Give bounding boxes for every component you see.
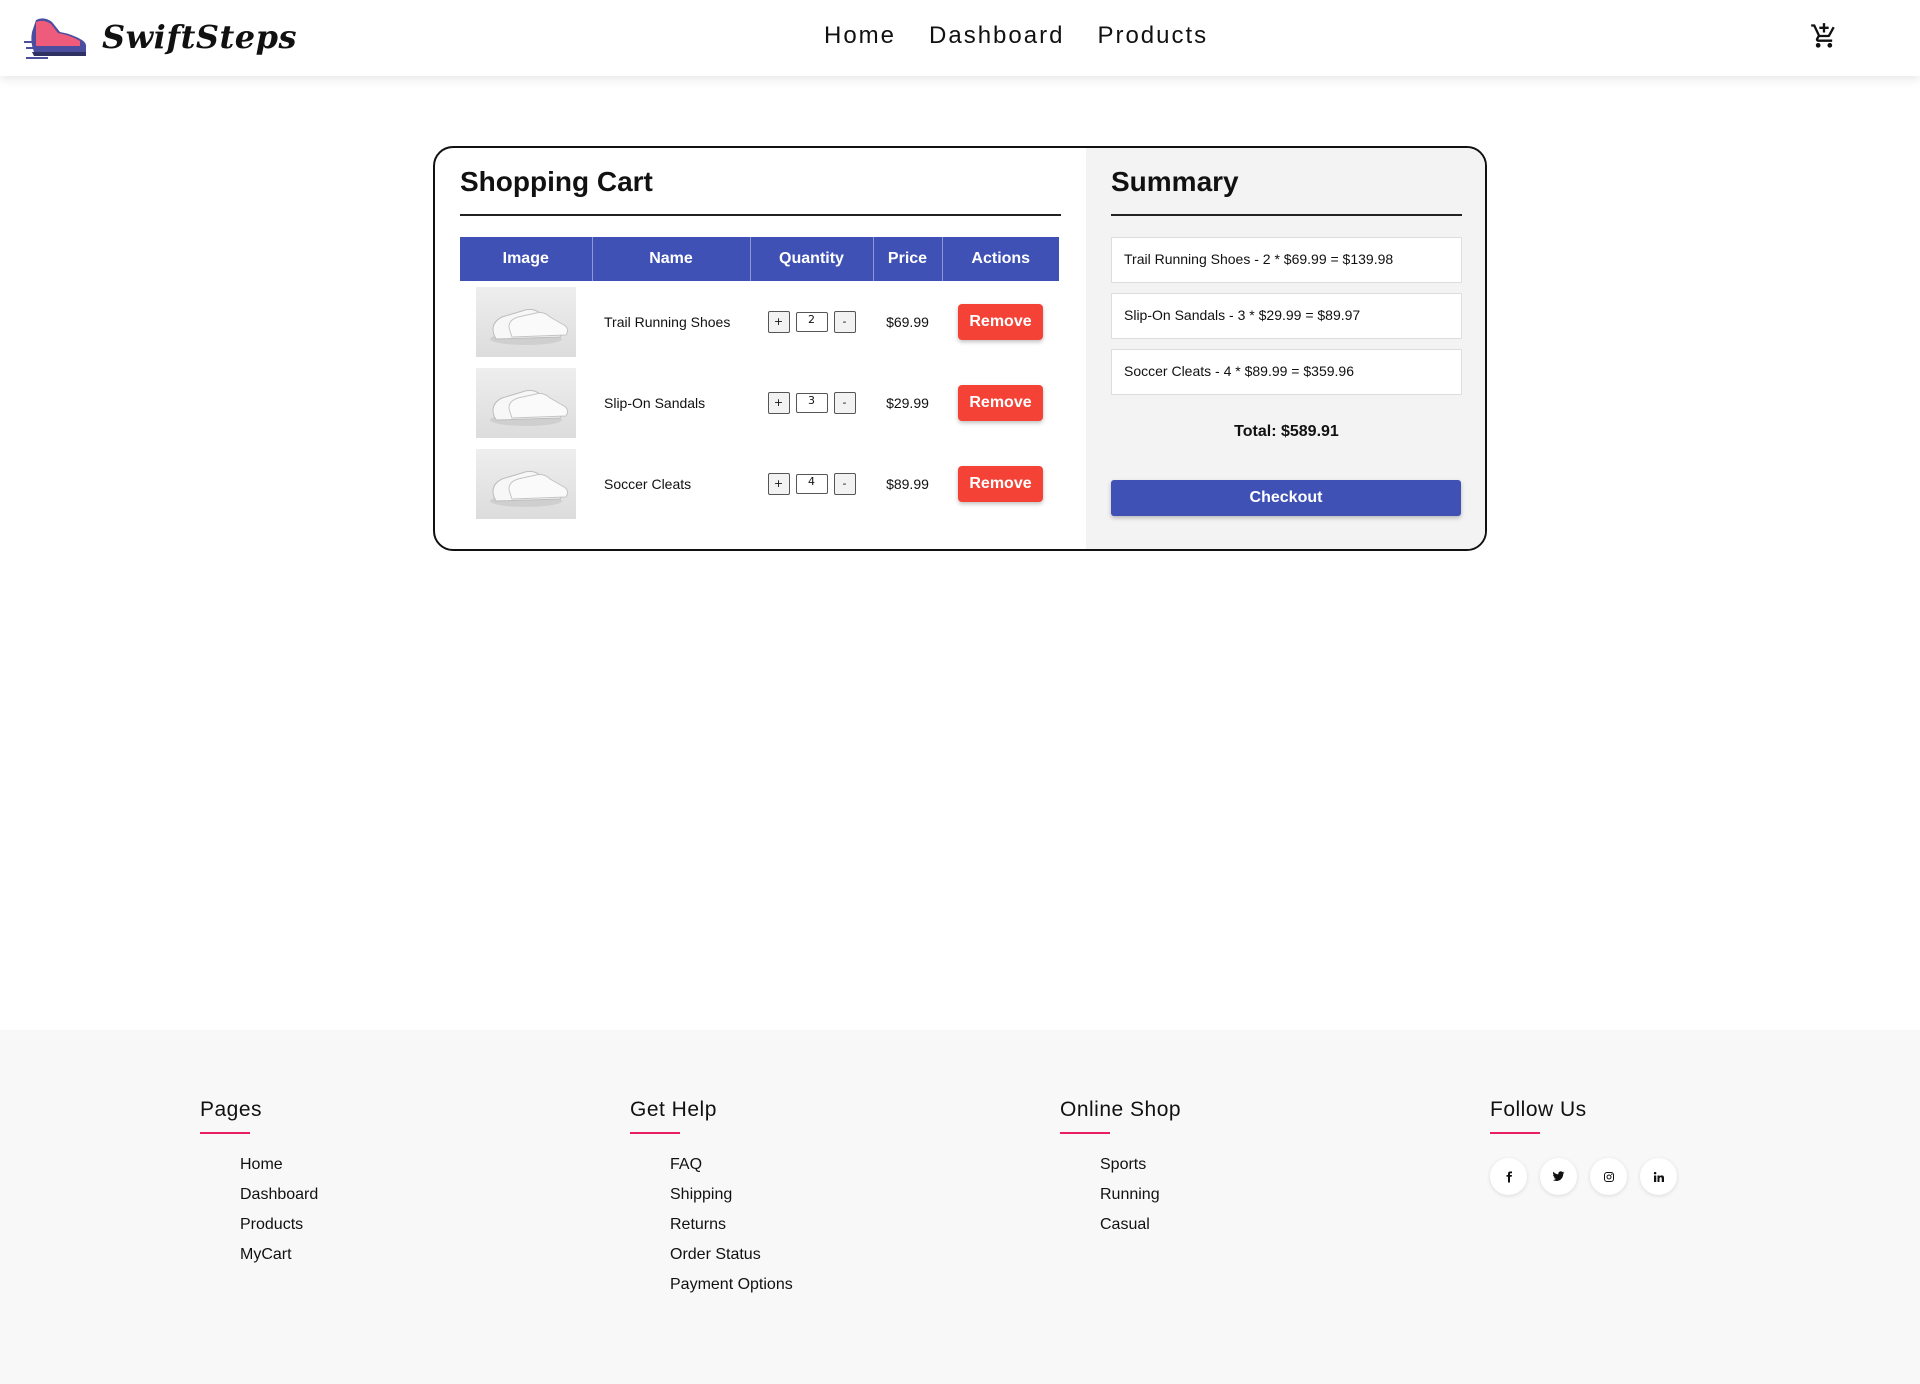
footer-heading: Follow Us (1490, 1098, 1677, 1134)
product-name: Soccer Cleats (604, 475, 692, 492)
nav-dashboard[interactable]: Dashboard (929, 22, 1064, 50)
remove-button[interactable]: Remove (958, 465, 1043, 502)
summary-line: Slip-On Sandals - 3 * $29.99 = $89.97 (1111, 293, 1462, 339)
nav-home[interactable]: Home (824, 22, 896, 50)
table-row: Soccer Cleats + 4 - $89.99 Remove (460, 443, 1059, 524)
cart-table: Image Name Quantity Price Actions Trail … (460, 237, 1059, 524)
footer-link[interactable]: Sports (1100, 1150, 1181, 1180)
footer-link[interactable]: FAQ (670, 1150, 793, 1180)
column-header: Price (873, 237, 943, 281)
footer-link[interactable]: Dashboard (240, 1180, 318, 1210)
quantity-stepper: + 4 - (767, 472, 856, 495)
decrease-button[interactable]: - (833, 391, 856, 414)
quantity-input[interactable]: 2 (795, 311, 828, 332)
instagram-icon[interactable] (1590, 1158, 1627, 1195)
sneaker-logo-icon (24, 18, 87, 59)
cart-table-header: Image Name Quantity Price Actions (460, 237, 1059, 281)
summary-list: Trail Running Shoes - 2 * $69.99 = $139.… (1111, 237, 1462, 395)
footer-link[interactable]: Products (240, 1210, 318, 1240)
footer-link[interactable]: Casual (1100, 1210, 1181, 1240)
column-header: Name (592, 237, 751, 281)
cart-pane: Shopping Cart Image Name Quantity Price … (435, 148, 1086, 549)
checkout-button[interactable]: Checkout (1111, 480, 1461, 516)
product-price: $69.99 (886, 313, 929, 330)
order-total: Total: $589.91 (1234, 423, 1339, 440)
cart-plus-icon[interactable] (1810, 22, 1838, 54)
product-name: Slip-On Sandals (604, 394, 706, 411)
remove-button[interactable]: Remove (958, 384, 1043, 421)
footer-link[interactable]: Returns (670, 1210, 793, 1240)
decrease-button[interactable]: - (833, 310, 856, 333)
footer-heading: Get Help (630, 1098, 793, 1134)
decrease-button[interactable]: - (833, 472, 856, 495)
footer-link[interactable]: Home (240, 1150, 318, 1180)
social-links (1490, 1158, 1677, 1195)
quantity-input[interactable]: 4 (795, 473, 828, 494)
brand-logo[interactable]: SwiftSteps (24, 12, 297, 62)
product-price: $89.99 (886, 475, 929, 492)
footer-heading: Online Shop (1060, 1098, 1181, 1134)
increase-button[interactable]: + (767, 310, 790, 333)
footer-link[interactable]: MyCart (240, 1240, 318, 1270)
cart-card: Shopping Cart Image Name Quantity Price … (433, 146, 1487, 551)
site-header: SwiftSteps Home Dashboard Products (0, 0, 1920, 76)
summary-pane: Summary Trail Running Shoes - 2 * $69.99… (1086, 148, 1485, 549)
increase-button[interactable]: + (767, 472, 790, 495)
summary-line: Trail Running Shoes - 2 * $69.99 = $139.… (1111, 237, 1462, 283)
summary-line: Soccer Cleats - 4 * $89.99 = $359.96 (1111, 349, 1462, 395)
main-nav: Home Dashboard Products (824, 22, 1241, 50)
product-thumbnail (476, 367, 576, 438)
cart-title: Shopping Cart (460, 148, 1061, 216)
product-price: $29.99 (886, 394, 929, 411)
column-header: Quantity (750, 237, 874, 281)
quantity-stepper: + 3 - (767, 391, 856, 414)
quantity-stepper: + 2 - (767, 310, 856, 333)
summary-title: Summary (1111, 148, 1462, 216)
site-footer: Pages Home Dashboard Products MyCart Get… (0, 1030, 1920, 1384)
twitter-icon[interactable] (1540, 1158, 1577, 1195)
footer-follow: Follow Us (1490, 1098, 1677, 1195)
brand-name: SwiftSteps (102, 18, 297, 56)
increase-button[interactable]: + (767, 391, 790, 414)
nav-products[interactable]: Products (1097, 22, 1208, 50)
quantity-input[interactable]: 3 (795, 392, 828, 413)
linkedin-icon[interactable] (1640, 1158, 1677, 1195)
footer-link[interactable]: Order Status (670, 1240, 793, 1270)
product-name: Trail Running Shoes (604, 313, 731, 330)
column-header: Image (460, 237, 593, 281)
footer-heading: Pages (200, 1098, 318, 1134)
facebook-icon[interactable] (1490, 1158, 1527, 1195)
table-row: Slip-On Sandals + 3 - $29.99 Remove (460, 362, 1059, 443)
footer-help: Get Help FAQ Shipping Returns Order Stat… (630, 1098, 793, 1300)
table-row: Trail Running Shoes + 2 - $69.99 Remove (460, 281, 1059, 362)
footer-link[interactable]: Payment Options (670, 1270, 793, 1300)
product-thumbnail (476, 286, 576, 357)
footer-link[interactable]: Shipping (670, 1180, 793, 1210)
footer-link[interactable]: Running (1100, 1180, 1181, 1210)
remove-button[interactable]: Remove (958, 303, 1043, 340)
column-header: Actions (942, 237, 1059, 281)
footer-shop: Online Shop Sports Running Casual (1060, 1098, 1181, 1240)
product-thumbnail (476, 448, 576, 519)
footer-pages: Pages Home Dashboard Products MyCart (200, 1098, 318, 1270)
